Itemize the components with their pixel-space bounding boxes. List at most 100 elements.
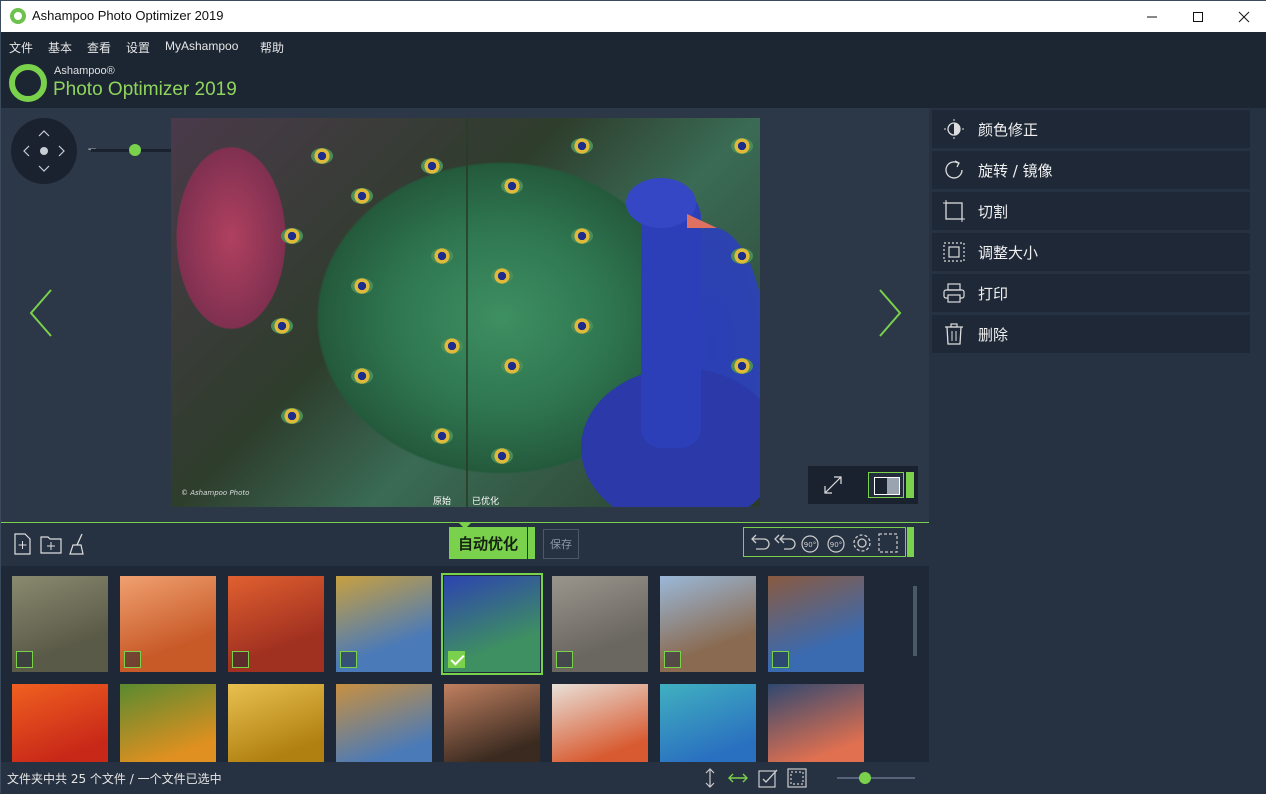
rotate-mirror-button[interactable]: 旋转 / 镜像 xyxy=(932,151,1250,189)
menu-file[interactable]: 文件 xyxy=(9,39,33,56)
brand-product: Photo Optimizer 2019 xyxy=(53,79,237,100)
select-all-icon[interactable] xyxy=(757,767,779,789)
resize-button[interactable]: 调整大小 xyxy=(932,233,1250,271)
color-correction-button[interactable]: 颜色修正 xyxy=(932,110,1250,148)
rotate-icon xyxy=(945,160,963,179)
compare-view-button[interactable] xyxy=(868,472,904,498)
menu-view[interactable]: 查看 xyxy=(87,39,111,56)
save-button[interactable]: 保存 xyxy=(543,529,579,559)
feather-eye xyxy=(431,248,453,264)
svg-text:90°: 90° xyxy=(804,541,816,549)
thumbnail-golden-stupa[interactable] xyxy=(336,576,432,672)
thumbnail-old-man-turban[interactable] xyxy=(552,684,648,762)
next-image-button[interactable] xyxy=(874,288,904,338)
thumbnail-temple-ruins[interactable] xyxy=(12,576,108,672)
resize-icon xyxy=(943,242,965,262)
pan-navigation-pad[interactable] xyxy=(11,118,77,184)
maximize-button[interactable] xyxy=(1175,1,1221,32)
auto-optimize-button[interactable]: 自动优化 xyxy=(449,527,527,559)
scrollbar-thumb[interactable] xyxy=(913,586,917,656)
feather-eye xyxy=(571,318,593,334)
rotate-left-90-icon[interactable]: 90° xyxy=(798,531,822,555)
thumbnail-checkbox[interactable] xyxy=(448,651,465,668)
thumbnail-checkbox[interactable] xyxy=(556,651,573,668)
thumbnail-stone-face[interactable] xyxy=(552,576,648,672)
add-file-icon xyxy=(14,533,31,555)
thumbnail-wooden-church[interactable] xyxy=(768,576,864,672)
thumbnail-antelope-canyon[interactable] xyxy=(120,576,216,672)
optimized-label: 已优化 xyxy=(472,497,500,507)
minimize-icon xyxy=(1147,16,1157,17)
selection-icon[interactable] xyxy=(876,531,900,555)
thumbnail-checkbox[interactable] xyxy=(124,651,141,668)
gallery-scrollbar[interactable] xyxy=(913,576,917,756)
thumbnail-red-plant[interactable] xyxy=(228,576,324,672)
menu-settings[interactable]: 设置 xyxy=(126,39,150,56)
thumbnail-checkbox[interactable] xyxy=(664,651,681,668)
title-bar: Ashampoo Photo Optimizer 2019 xyxy=(1,1,1266,32)
clear-list-button[interactable] xyxy=(67,532,91,556)
color-correction-label: 颜色修正 xyxy=(978,121,1039,139)
ashampoo-logo xyxy=(9,64,47,102)
thumbnail-bird-tree[interactable] xyxy=(660,576,756,672)
edit-tools-dropdown[interactable] xyxy=(907,527,914,557)
print-label: 打印 xyxy=(978,285,1009,303)
feather-eye xyxy=(281,228,303,244)
add-folder-button[interactable] xyxy=(39,532,63,556)
horizontal-layout-icon[interactable] xyxy=(727,767,749,789)
feather-eye xyxy=(491,268,513,284)
compare-split-line[interactable] xyxy=(466,118,468,507)
chevron-right-icon xyxy=(879,289,902,337)
thumbnail-size-handle[interactable] xyxy=(859,772,871,784)
feather-eye xyxy=(571,138,593,154)
preview-photo[interactable]: © Ashampoo Photo 原始 已优化 xyxy=(171,118,760,507)
feather-eye xyxy=(731,358,753,374)
thumbnail-red-leaves[interactable] xyxy=(12,684,108,762)
thumbnail-marigolds[interactable] xyxy=(120,684,216,762)
thumbnail-size-slider[interactable] xyxy=(837,777,915,779)
vertical-layout-icon[interactable] xyxy=(699,767,721,789)
undo-all-icon[interactable] xyxy=(772,531,796,555)
fullscreen-button[interactable] xyxy=(822,474,844,500)
close-button[interactable] xyxy=(1221,1,1266,32)
image-viewer: − + xyxy=(1,108,929,522)
thumbnail-peacock[interactable] xyxy=(441,573,543,675)
menu-basic[interactable]: 基本 xyxy=(48,39,72,56)
zoom-slider-handle[interactable] xyxy=(129,144,141,156)
rotate-right-90-icon[interactable]: 90° xyxy=(824,531,848,555)
feather-eye xyxy=(431,428,453,444)
menu-help[interactable]: 帮助 xyxy=(260,39,284,56)
thumbnail-sunset-boat[interactable] xyxy=(768,684,864,762)
thumbnail-thai-temple[interactable] xyxy=(336,684,432,762)
add-folder-icon xyxy=(40,536,62,554)
thumbnail-smiling-woman[interactable] xyxy=(444,684,540,762)
original-label: 原始 xyxy=(433,497,452,507)
minimize-button[interactable] xyxy=(1129,1,1175,32)
feather-eye xyxy=(731,138,753,154)
menu-myashampoo[interactable]: MyAshampoo xyxy=(165,39,238,53)
previous-image-button[interactable] xyxy=(27,288,57,338)
thumbnail-checkbox[interactable] xyxy=(232,651,249,668)
gear-icon[interactable] xyxy=(850,531,874,555)
crop-button[interactable]: 切割 xyxy=(932,192,1250,230)
thumbnail-golden-statue[interactable] xyxy=(228,684,324,762)
feather-eye xyxy=(421,158,443,174)
undo-icon[interactable] xyxy=(746,531,770,555)
maximize-icon xyxy=(1193,11,1203,22)
auto-optimize-dropdown[interactable] xyxy=(528,527,535,559)
view-mode-dropdown[interactable] xyxy=(906,472,914,498)
delete-button[interactable]: 删除 xyxy=(932,315,1250,353)
view-mode-group xyxy=(808,466,918,504)
deselect-all-icon[interactable] xyxy=(786,767,808,789)
print-button[interactable]: 打印 xyxy=(932,274,1250,312)
status-bar: 文件夹中共 25 个文件 / 一个文件已选中 xyxy=(1,762,1266,794)
crop-label: 切割 xyxy=(978,203,1009,221)
thumbnail-checkbox[interactable] xyxy=(772,651,789,668)
trash-icon xyxy=(945,323,963,345)
thumbnail-tropical-beach[interactable] xyxy=(660,684,756,762)
thumbnail-checkbox[interactable] xyxy=(340,651,357,668)
thumbnail-checkbox[interactable] xyxy=(16,651,33,668)
action-toolbar: 自动优化 保存 90° 90° xyxy=(1,522,929,566)
status-text: 文件夹中共 25 个文件 / 一个文件已选中 xyxy=(7,772,222,786)
add-file-button[interactable] xyxy=(11,532,35,556)
